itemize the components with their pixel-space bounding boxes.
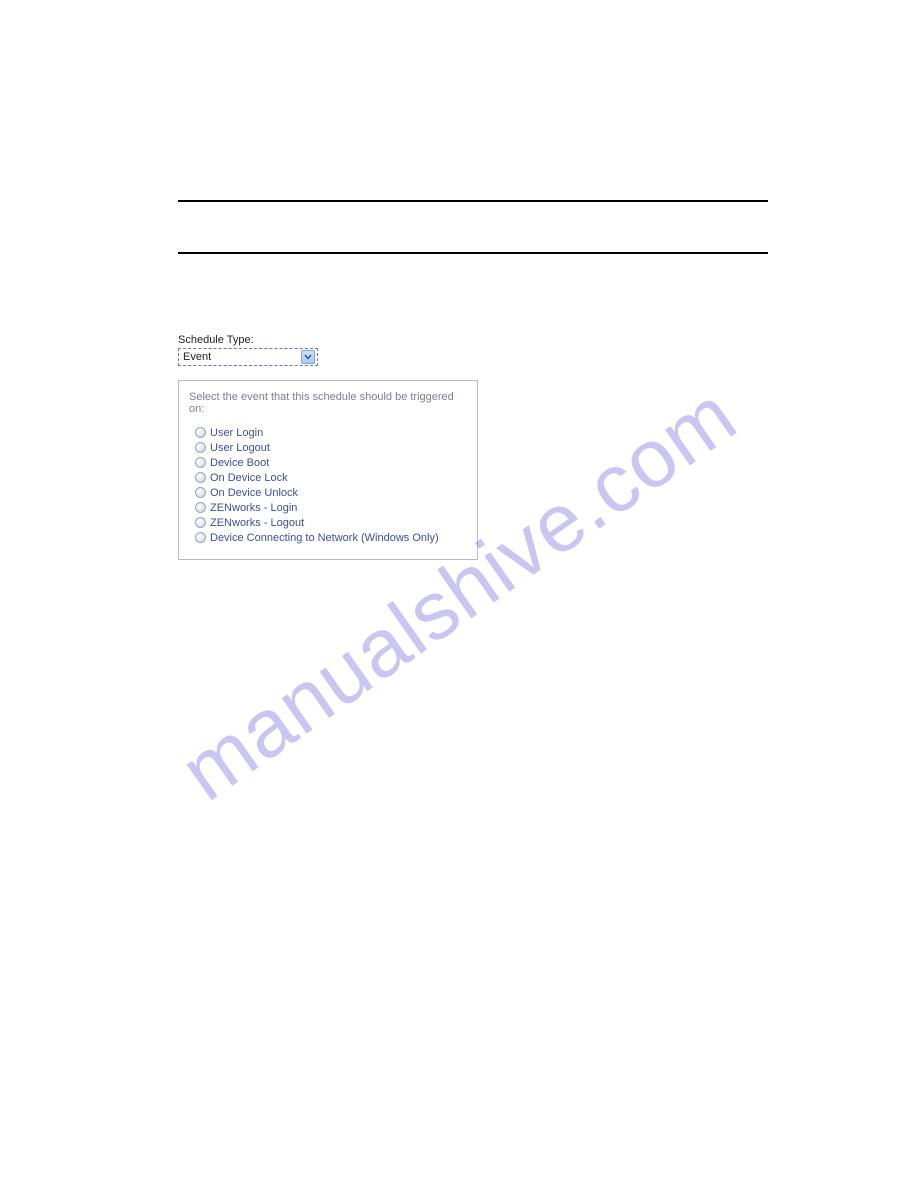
radio-icon <box>195 427 206 438</box>
radio-device-boot[interactable]: Device Boot <box>189 455 467 470</box>
horizontal-rule-top <box>178 200 768 202</box>
schedule-box: Schedule Type: Event Select the event th… <box>178 334 488 560</box>
radio-label: On Device Unlock <box>210 487 298 499</box>
page-content: Schedule Type: Event Select the event th… <box>0 0 918 560</box>
event-panel: Select the event that this schedule shou… <box>178 380 478 560</box>
radio-zenworks-login[interactable]: ZENworks - Login <box>189 500 467 515</box>
radio-label: User Logout <box>210 442 270 454</box>
event-panel-title: Select the event that this schedule shou… <box>189 391 467 415</box>
horizontal-rule-bottom <box>178 252 768 254</box>
radio-label: Device Boot <box>210 457 269 469</box>
schedule-type-selected: Event <box>183 351 211 363</box>
radio-label: User Login <box>210 427 263 439</box>
radio-label: On Device Lock <box>210 472 288 484</box>
schedule-type-select[interactable]: Event <box>178 348 318 366</box>
schedule-type-label: Schedule Type: <box>178 334 488 346</box>
radio-label: ZENworks - Logout <box>210 517 304 529</box>
radio-on-device-lock[interactable]: On Device Lock <box>189 470 467 485</box>
chevron-down-icon <box>301 350 315 364</box>
radio-zenworks-logout[interactable]: ZENworks - Logout <box>189 515 467 530</box>
radio-icon <box>195 472 206 483</box>
radio-label: Device Connecting to Network (Windows On… <box>210 532 439 544</box>
radio-label: ZENworks - Login <box>210 502 297 514</box>
radio-icon <box>195 442 206 453</box>
radio-icon <box>195 487 206 498</box>
radio-device-connecting-network[interactable]: Device Connecting to Network (Windows On… <box>189 530 467 545</box>
radio-icon <box>195 517 206 528</box>
radio-user-logout[interactable]: User Logout <box>189 440 467 455</box>
radio-icon <box>195 532 206 543</box>
radio-user-login[interactable]: User Login <box>189 425 467 440</box>
radio-on-device-unlock[interactable]: On Device Unlock <box>189 485 467 500</box>
radio-icon <box>195 502 206 513</box>
radio-icon <box>195 457 206 468</box>
